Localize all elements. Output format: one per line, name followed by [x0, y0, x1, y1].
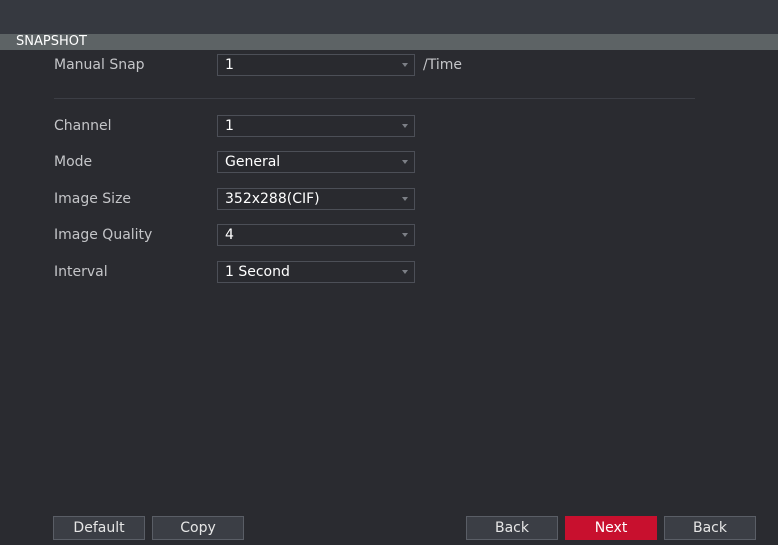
chevron-down-icon — [402, 124, 408, 128]
image-size-select[interactable]: 352x288(CIF) — [217, 188, 415, 210]
chevron-down-icon — [402, 270, 408, 274]
window-top-bar — [0, 0, 778, 34]
image-size-label: Image Size — [54, 191, 132, 207]
manual-snap-unit: /Time — [423, 57, 462, 73]
section-header: SNAPSHOT — [0, 34, 778, 50]
interval-label: Interval — [54, 264, 108, 280]
default-button[interactable]: Default — [53, 516, 145, 540]
next-button[interactable]: Next — [565, 516, 657, 540]
manual-snap-select[interactable]: 1 — [217, 54, 415, 76]
mode-select[interactable]: General — [217, 151, 415, 173]
chevron-down-icon — [402, 197, 408, 201]
chevron-down-icon — [402, 233, 408, 237]
manual-snap-label: Manual Snap — [54, 57, 145, 73]
manual-snap-value: 1 — [225, 57, 234, 73]
interval-value: 1 Second — [225, 264, 290, 280]
copy-button[interactable]: Copy — [152, 516, 244, 540]
section-title: SNAPSHOT — [16, 34, 87, 49]
interval-select[interactable]: 1 Second — [217, 261, 415, 283]
chevron-down-icon — [402, 160, 408, 164]
channel-select[interactable]: 1 — [217, 115, 415, 137]
mode-label: Mode — [54, 154, 93, 170]
image-quality-select[interactable]: 4 — [217, 224, 415, 246]
channel-label: Channel — [54, 118, 112, 134]
channel-value: 1 — [225, 118, 234, 134]
divider — [54, 98, 695, 99]
back-button[interactable]: Back — [466, 516, 558, 540]
image-quality-label: Image Quality — [54, 227, 153, 243]
mode-value: General — [225, 154, 281, 170]
back-button-secondary[interactable]: Back — [664, 516, 756, 540]
chevron-down-icon — [402, 63, 408, 67]
image-size-value: 352x288(CIF) — [225, 191, 320, 207]
image-quality-value: 4 — [225, 227, 234, 243]
